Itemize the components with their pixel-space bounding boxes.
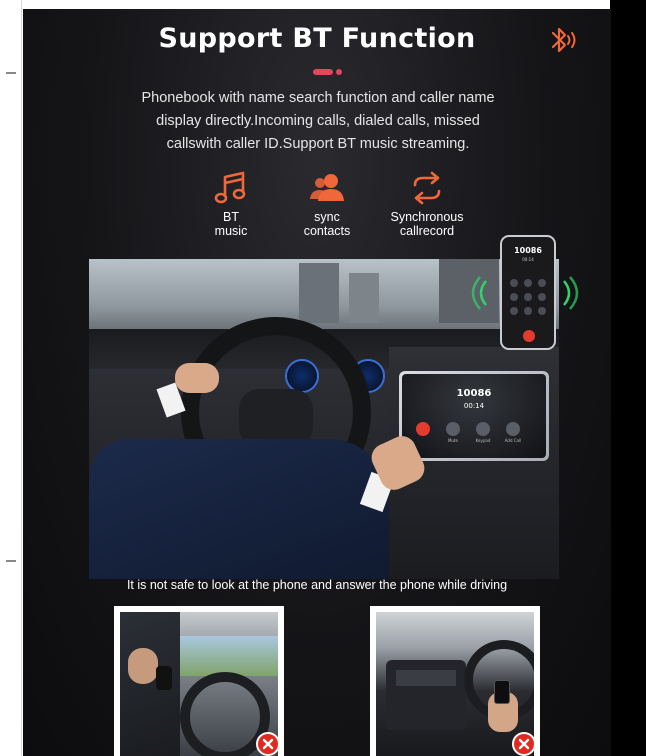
head-unit-button-label: Mute: [447, 438, 458, 443]
feature-description: Phonebook with name search function and …: [93, 87, 543, 156]
feature-label: Synchronous: [390, 210, 464, 224]
driver-arm: [89, 439, 389, 579]
title-accent: [313, 69, 343, 75]
feature-bt-music: BT music: [176, 171, 286, 238]
head-unit-button-label: Keypad: [475, 438, 491, 443]
head-unit-keypad-button: [476, 422, 490, 436]
music-note-icon: [214, 171, 246, 204]
phone-end-call-icon: [523, 330, 535, 342]
signal-wave-icon: [563, 276, 579, 310]
description-line: display directly.Incoming calls, dialed …: [156, 113, 480, 129]
head-unit-screen: 10086 00:14 Mute Keypad Add Call: [402, 374, 546, 458]
phone-time: 00:14: [522, 257, 534, 262]
product-poster: Support BT Function Phonebook with name …: [23, 9, 611, 756]
gutter-mark: [6, 72, 16, 74]
feature-label: contacts: [303, 224, 351, 238]
feature-label: music: [214, 224, 248, 238]
top-margin: [0, 0, 646, 9]
head-unit-number: 10086: [456, 388, 492, 399]
phone-number: 10086: [514, 246, 542, 255]
head-unit-add-call-button: [506, 422, 520, 436]
safety-warning: It is not safe to look at the phone and …: [126, 578, 508, 592]
head-unit-button-label: Add Call: [504, 438, 522, 443]
signal-wave-icon: [471, 276, 487, 310]
feature-synchronous-callrecord: Synchronous callrecord: [372, 171, 482, 238]
feature-label: BT: [223, 210, 239, 224]
driver-holding-phone-while-steering-photo: [376, 612, 534, 756]
not-allowed-icon: [256, 732, 278, 756]
smartphone: 10086 00:14: [500, 235, 556, 350]
feature-label: callrecord: [399, 224, 455, 238]
not-allowed-icon: [512, 732, 534, 756]
head-unit-time: 00:14: [463, 402, 485, 410]
page-title: Support BT Function: [158, 23, 476, 54]
bluetooth-audio-icon: [551, 27, 576, 53]
right-gutter: [610, 0, 646, 756]
description-line: Phonebook with name search function and …: [141, 90, 495, 106]
contacts-icon: [310, 174, 344, 201]
description-line: callswith caller ID.Support BT music str…: [166, 136, 470, 152]
left-gutter: [0, 0, 22, 756]
head-unit: 10086 00:14 Mute Keypad Add Call: [399, 371, 549, 461]
head-unit-mute-button: [446, 422, 460, 436]
sync-arrows-icon: [413, 171, 441, 205]
unsafe-example-card: [370, 606, 540, 756]
gutter-mark: [6, 560, 16, 562]
driver-holding-phone-to-ear-photo: [120, 612, 278, 756]
feature-sync-contacts: sync contacts: [272, 171, 382, 238]
feature-label: sync: [314, 210, 340, 224]
unsafe-example-card: [114, 606, 284, 756]
head-unit-end-call-button: [416, 422, 430, 436]
driver-left-hand: [175, 363, 219, 393]
